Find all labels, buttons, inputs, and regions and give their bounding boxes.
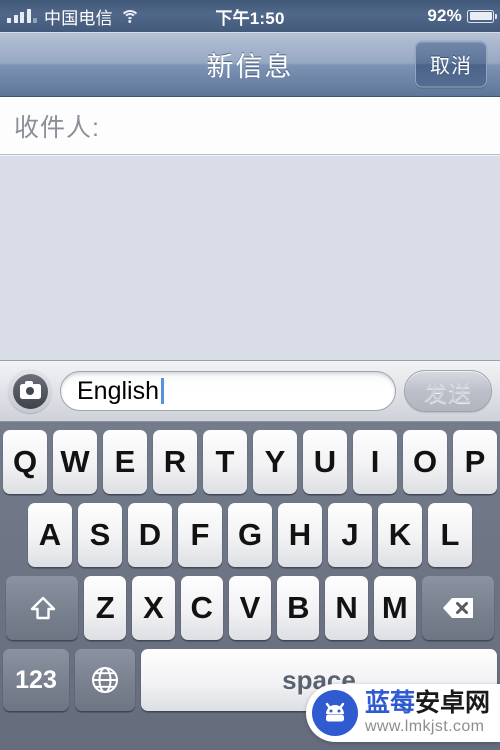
status-bar: 中国电信 下午1:50 92%	[0, 0, 500, 32]
watermark-url: www.lmkjst.com	[364, 718, 485, 735]
send-button[interactable]: 发送	[404, 370, 492, 412]
key-c[interactable]: C	[180, 576, 223, 640]
keyboard-row-2: A S D F G H J K L	[3, 503, 497, 567]
globe-key[interactable]	[75, 649, 135, 711]
message-input[interactable]: English	[60, 371, 396, 411]
text-caret	[161, 378, 164, 404]
phone-screen: 中国电信 下午1:50 92% 新信息 取消 收件人: English 发送 Q…	[0, 0, 500, 750]
backspace-icon	[441, 596, 475, 620]
watermark: 蓝莓安卓网 www.lmkjst.com	[305, 684, 500, 742]
watermark-text: 蓝莓安卓网 www.lmkjst.com	[365, 691, 490, 735]
camera-button[interactable]	[8, 369, 52, 413]
globe-icon	[90, 665, 120, 695]
key-l[interactable]: L	[428, 503, 472, 567]
camera-icon	[12, 373, 48, 409]
status-bar-right: 92%	[427, 6, 500, 26]
key-h[interactable]: H	[278, 503, 322, 567]
key-b[interactable]: B	[277, 576, 320, 640]
message-input-value: English	[77, 376, 159, 405]
wifi-icon	[119, 9, 140, 24]
key-u[interactable]: U	[303, 430, 347, 494]
key-i[interactable]: I	[353, 430, 397, 494]
key-t[interactable]: T	[203, 430, 247, 494]
key-a[interactable]: A	[28, 503, 72, 567]
signal-bars-icon	[7, 9, 37, 23]
key-v[interactable]: V	[228, 576, 272, 640]
carrier-label: 中国电信	[44, 8, 113, 28]
page-title: 新信息	[206, 51, 294, 82]
android-robot-icon	[311, 690, 358, 736]
battery-percent-label: 92%	[427, 6, 462, 25]
key-y[interactable]: Y	[253, 430, 297, 494]
shift-icon	[29, 595, 56, 622]
cancel-button[interactable]: 取消	[415, 40, 487, 88]
key-d[interactable]: D	[128, 503, 172, 567]
key-r[interactable]: R	[153, 430, 197, 494]
watermark-name-part1: 蓝莓	[364, 689, 415, 717]
shift-key[interactable]	[6, 576, 79, 640]
key-w[interactable]: W	[53, 430, 97, 494]
key-q[interactable]: Q	[3, 430, 47, 494]
message-thread-area	[0, 155, 500, 360]
message-input-toolbar: English 发送	[0, 360, 500, 422]
backspace-key[interactable]	[421, 576, 494, 640]
recipient-label: 收件人:	[14, 113, 100, 142]
key-z[interactable]: Z	[84, 576, 127, 640]
key-x[interactable]: X	[132, 576, 175, 640]
key-e[interactable]: E	[103, 430, 147, 494]
key-k[interactable]: K	[378, 503, 422, 567]
battery-icon	[467, 9, 497, 23]
key-s[interactable]: S	[78, 503, 122, 567]
numbers-key[interactable]: 123	[3, 649, 69, 711]
key-n[interactable]: N	[325, 576, 368, 640]
key-g[interactable]: G	[228, 503, 272, 567]
keyboard-row-3: Z X C V B N M	[3, 576, 497, 640]
key-o[interactable]: O	[403, 430, 447, 494]
navigation-bar: 新信息 取消	[0, 32, 500, 97]
status-bar-left: 中国电信	[0, 4, 140, 29]
key-m[interactable]: M	[373, 576, 416, 640]
keyboard-row-1: Q W E R T Y U I O P	[3, 430, 497, 494]
key-p[interactable]: P	[453, 430, 497, 494]
watermark-name-part2: 安卓网	[414, 689, 490, 717]
key-j[interactable]: J	[328, 503, 372, 567]
recipient-row[interactable]: 收件人:	[0, 97, 500, 155]
watermark-name: 蓝莓安卓网	[365, 691, 490, 716]
key-f[interactable]: F	[178, 503, 222, 567]
